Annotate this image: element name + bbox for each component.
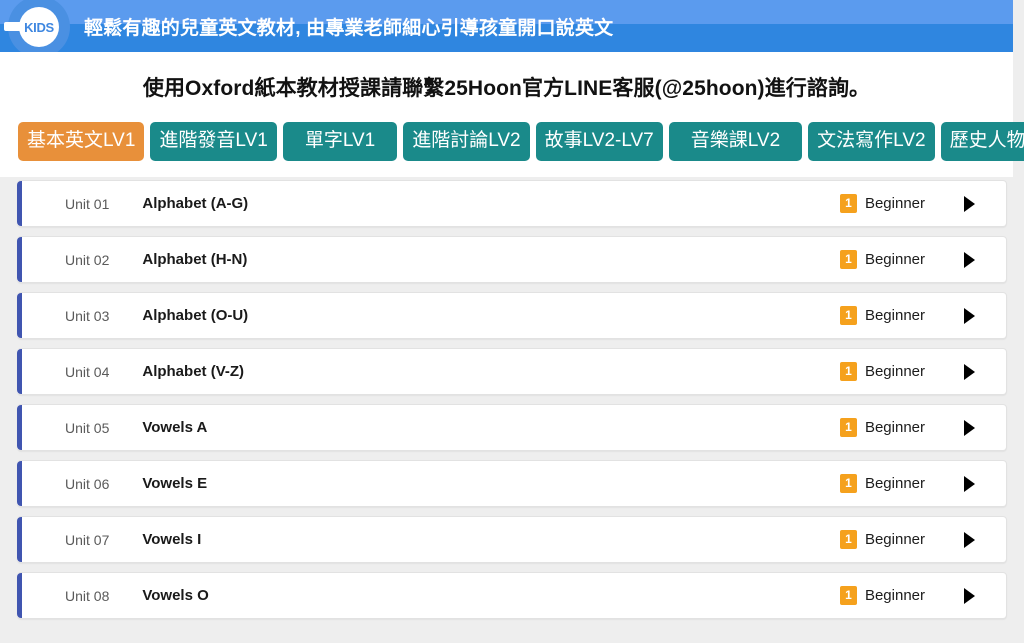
level-label: Beginner [864, 475, 925, 492]
level-badge-icon: 1 [839, 194, 857, 213]
table-row[interactable]: Unit 06 Vowels E 1 Beginner [17, 460, 1007, 507]
level-label: Beginner [864, 531, 925, 548]
banner-content: KIDS 輕鬆有趣的兒童英文教材, 由專業老師細心引導孩童開口說英文 [0, 0, 1013, 52]
row-accent-bar [17, 405, 22, 450]
unit-number: Unit 01 [65, 195, 110, 212]
table-row[interactable]: Unit 08 Vowels O 1 Beginner [17, 572, 1007, 619]
level-label: Beginner [864, 307, 925, 324]
unit-number: Unit 05 [65, 419, 110, 436]
unit-number: Unit 06 [65, 475, 110, 492]
notice-text: 使用Oxford紙本教材授課請聯繫25Hoon官方LINE客服(@25hoon)… [142, 77, 871, 100]
level-badge-icon: 1 [839, 250, 857, 269]
tab-music-class-lv2[interactable]: 音樂課LV2 [668, 122, 803, 161]
unit-title: Vowels O [142, 587, 209, 604]
notice-bar: 使用Oxford紙本教材授課請聯繫25Hoon官方LINE客服(@25hoon)… [0, 52, 1013, 118]
chevron-right-icon[interactable] [964, 587, 975, 604]
chevron-right-icon[interactable] [964, 195, 975, 212]
tab-advanced-pronunciation-lv1[interactable]: 進階發音LV1 [150, 122, 277, 161]
unit-title: Alphabet (H-N) [142, 251, 248, 268]
tab-grammar-writing-lv2[interactable]: 文法寫作LV2 [808, 122, 935, 161]
level-badge-icon: 1 [839, 306, 857, 325]
unit-number: Unit 04 [65, 363, 110, 380]
table-row[interactable]: Unit 03 Alphabet (O-U) 1 Beginner [17, 292, 1007, 339]
unit-title: Alphabet (O-U) [142, 307, 249, 324]
level-label: Beginner [864, 363, 925, 380]
unit-title: Vowels E [142, 475, 208, 492]
unit-number: Unit 02 [65, 251, 110, 268]
unit-title: Vowels A [142, 419, 208, 436]
level-label: Beginner [864, 251, 925, 268]
chevron-right-icon[interactable] [964, 475, 975, 492]
chevron-right-icon[interactable] [964, 419, 975, 436]
row-accent-bar [17, 181, 22, 226]
level-badge-icon: 1 [839, 474, 857, 493]
site-banner: KIDS 輕鬆有趣的兒童英文教材, 由專業老師細心引導孩童開口說英文 [0, 0, 1013, 52]
level-badge-icon: 1 [839, 530, 857, 549]
unit-number: Unit 07 [65, 531, 110, 548]
row-accent-bar [17, 517, 22, 562]
logo-inner-circle: KIDS [19, 7, 59, 47]
tab-vocabulary-lv1[interactable]: 單字LV1 [282, 122, 398, 161]
unit-title: Alphabet (V-Z) [142, 363, 245, 380]
unit-number: Unit 08 [65, 587, 110, 604]
row-accent-bar [17, 573, 22, 618]
row-accent-bar [17, 461, 22, 506]
level-label: Beginner [864, 195, 925, 212]
tab-historical-figures-lv4[interactable]: 歷史人物LV4 [940, 122, 1024, 161]
course-tab-bar: 基本英文LV1 進階發音LV1 單字LV1 進階討論LV2 故事LV2-LV7 … [0, 118, 1024, 177]
chevron-right-icon[interactable] [964, 251, 975, 268]
unit-list: Unit 01 Alphabet (A-G) 1 Beginner Unit 0… [0, 177, 1024, 619]
banner-tagline: 輕鬆有趣的兒童英文教材, 由專業老師細心引導孩童開口說英文 [84, 17, 614, 39]
chevron-right-icon[interactable] [964, 363, 975, 380]
unit-title: Vowels I [142, 531, 202, 548]
tab-stories-lv2-lv7[interactable]: 故事LV2-LV7 [535, 122, 663, 161]
chevron-right-icon[interactable] [964, 307, 975, 324]
row-accent-bar [17, 293, 22, 338]
level-badge-icon: 1 [839, 362, 857, 381]
level-badge-icon: 1 [839, 418, 857, 437]
logo-label: KIDS [24, 19, 54, 35]
row-accent-bar [17, 237, 22, 282]
level-label: Beginner [864, 587, 925, 604]
chevron-right-icon[interactable] [964, 531, 975, 548]
unit-title: Alphabet (A-G) [142, 195, 249, 212]
level-label: Beginner [864, 419, 925, 436]
table-row[interactable]: Unit 05 Vowels A 1 Beginner [17, 404, 1007, 451]
tab-advanced-discussion-lv2[interactable]: 進階討論LV2 [403, 122, 530, 161]
unit-number: Unit 03 [65, 307, 110, 324]
table-row[interactable]: Unit 02 Alphabet (H-N) 1 Beginner [17, 236, 1007, 283]
table-row[interactable]: Unit 04 Alphabet (V-Z) 1 Beginner [17, 348, 1007, 395]
level-badge-icon: 1 [839, 586, 857, 605]
row-accent-bar [17, 349, 22, 394]
kids-logo[interactable]: KIDS [4, 0, 70, 52]
table-row[interactable]: Unit 01 Alphabet (A-G) 1 Beginner [17, 180, 1007, 227]
tab-basic-english-lv1[interactable]: 基本英文LV1 [18, 122, 145, 161]
table-row[interactable]: Unit 07 Vowels I 1 Beginner [17, 516, 1007, 563]
